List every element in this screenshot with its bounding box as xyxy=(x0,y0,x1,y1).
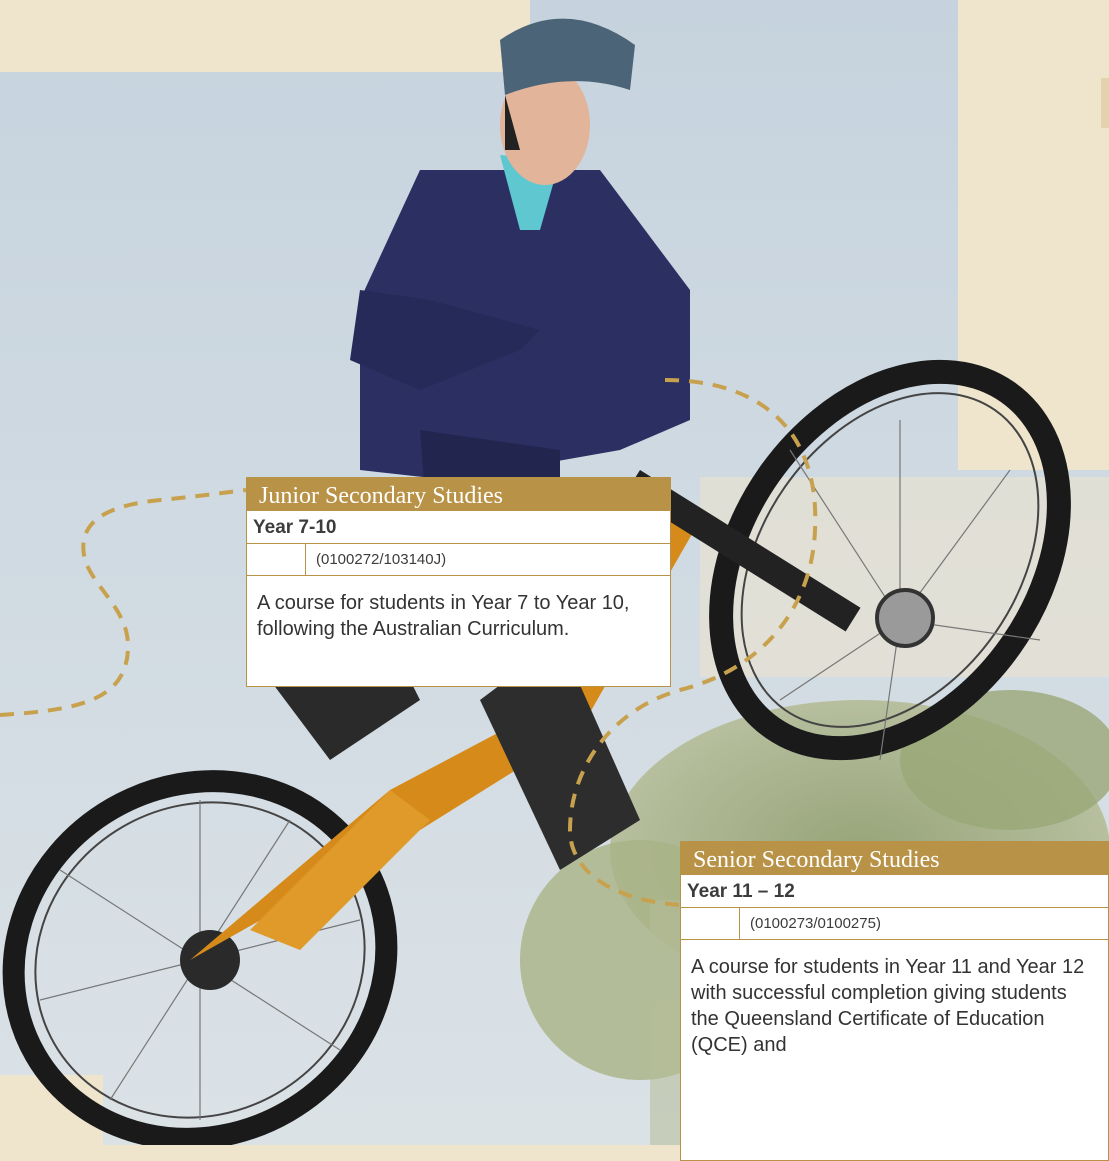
card-description: A course for students in Year 11 and Yea… xyxy=(691,956,1085,1056)
course-card-senior: Senior Secondary Studies Year 11 – 12 (0… xyxy=(680,841,1109,1161)
code-spacer xyxy=(247,544,306,575)
card-code: (0100273/0100275) xyxy=(750,915,881,932)
card-year: Year 7-10 xyxy=(247,511,670,544)
course-card-junior: Junior Secondary Studies Year 7-10 (0100… xyxy=(246,477,671,687)
card-title: Senior Secondary Studies xyxy=(681,842,1108,875)
card-code-row: (0100273/0100275) xyxy=(681,908,1108,940)
card-year: Year 11 – 12 xyxy=(681,875,1108,908)
code-spacer xyxy=(681,908,740,939)
card-code: (0100272/103140J) xyxy=(316,551,447,568)
card-title: Junior Secondary Studies xyxy=(247,478,670,511)
card-description: A course for students in Year 7 to Year … xyxy=(257,592,630,640)
tab-marker xyxy=(1101,78,1109,128)
card-code-row: (0100272/103140J) xyxy=(247,544,670,576)
